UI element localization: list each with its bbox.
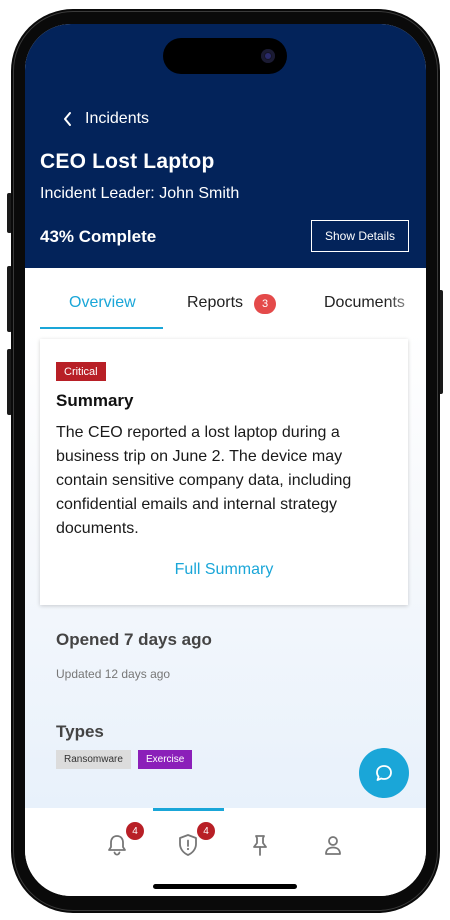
opened-date: Opened 7 days ago bbox=[56, 630, 212, 649]
types-heading: Types bbox=[56, 722, 104, 741]
incidents-badge: 4 bbox=[197, 822, 215, 840]
nav-pinned[interactable] bbox=[247, 832, 273, 858]
type-chip-exercise: Exercise bbox=[138, 750, 193, 769]
camera-icon bbox=[261, 49, 275, 63]
chat-button[interactable] bbox=[359, 748, 409, 798]
summary-card: Critical Summary The CEO reported a lost… bbox=[40, 339, 408, 605]
progress-text: 43% Complete bbox=[40, 227, 157, 246]
tab-reports[interactable]: Reports bbox=[187, 294, 243, 312]
chat-bubble-icon bbox=[376, 765, 392, 781]
nav-incidents[interactable] bbox=[175, 832, 201, 858]
type-chip-ransomware: Ransomware bbox=[56, 750, 131, 769]
pin-icon bbox=[253, 835, 267, 856]
summary-text: The CEO reported a lost laptop during a … bbox=[56, 424, 352, 537]
summary-heading: Summary bbox=[56, 391, 134, 410]
severity-badge: Critical bbox=[56, 362, 106, 381]
nav-notifications[interactable] bbox=[104, 832, 130, 858]
bottom-nav: 4 4 bbox=[25, 808, 426, 896]
tab-scroll-fade bbox=[386, 280, 426, 326]
chevron-left-icon bbox=[64, 112, 71, 126]
screen: Incidents CEO Lost Laptop Incident Leade… bbox=[25, 24, 426, 896]
show-details-button[interactable]: Show Details bbox=[311, 220, 409, 252]
dynamic-island bbox=[163, 38, 287, 74]
full-summary-link[interactable]: Full Summary bbox=[40, 561, 408, 579]
tab-overview[interactable]: Overview bbox=[69, 294, 136, 312]
notifications-badge: 4 bbox=[126, 822, 144, 840]
incident-leader: Incident Leader: John Smith bbox=[40, 185, 240, 202]
nav-active-indicator bbox=[153, 808, 224, 811]
reports-count-badge: 3 bbox=[254, 294, 276, 314]
back-link[interactable]: Incidents bbox=[63, 110, 149, 128]
page-title: CEO Lost Laptop bbox=[40, 150, 215, 173]
shield-alert-icon bbox=[179, 834, 197, 856]
updated-date: Updated 12 days ago bbox=[56, 667, 171, 681]
nav-profile[interactable] bbox=[320, 832, 346, 858]
tab-bar: Overview Reports 3 Documents bbox=[25, 268, 426, 330]
home-indicator bbox=[153, 884, 297, 889]
back-label: Incidents bbox=[85, 110, 150, 127]
tab-active-underline bbox=[40, 327, 163, 329]
user-icon bbox=[325, 836, 341, 855]
bell-icon bbox=[108, 835, 126, 856]
